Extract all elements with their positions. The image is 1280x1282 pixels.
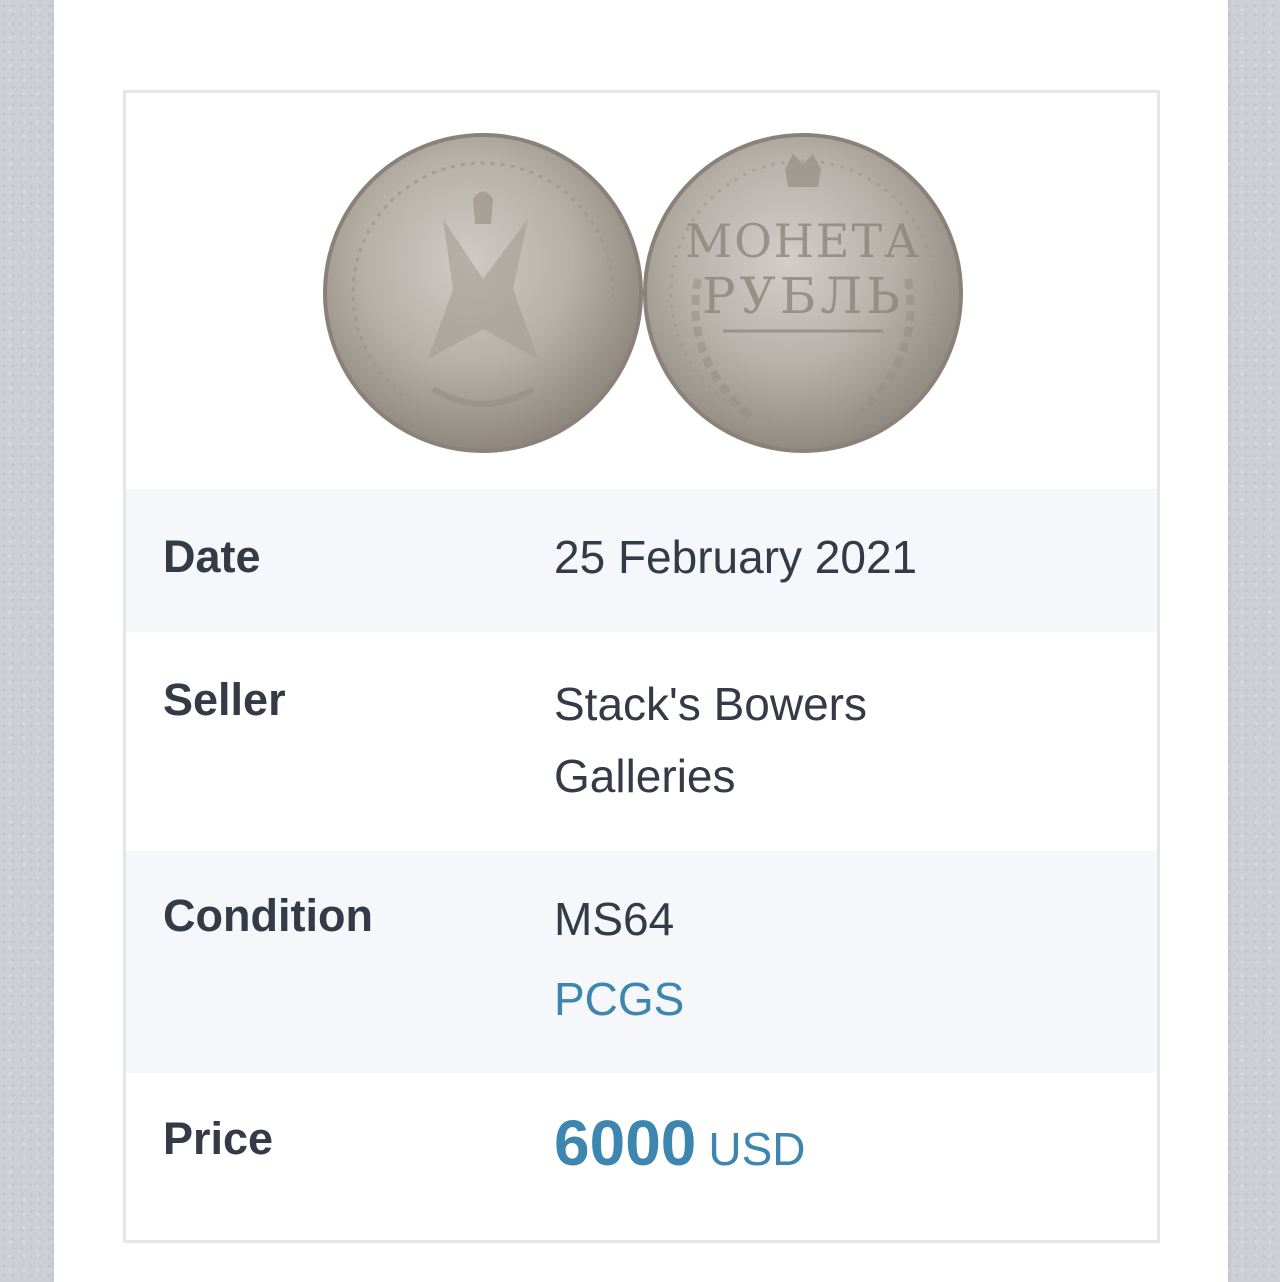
row-date: Date 25 February 2021 xyxy=(126,489,1157,632)
price-value: 6000 USD xyxy=(554,1097,1157,1240)
grader-link-pcgs[interactable]: PCGS xyxy=(554,959,1157,1039)
seller-name-line2: Galleries xyxy=(554,750,736,802)
coin-obverse xyxy=(323,133,643,453)
row-price: Price 6000 USD xyxy=(126,1073,1157,1240)
date-value: 25 February 2021 xyxy=(554,531,918,583)
seller-name-line1: Stack's Bowers xyxy=(554,678,867,730)
date-label: Date xyxy=(163,531,261,582)
seller-value: Stack's Bowers Galleries xyxy=(554,668,1157,851)
coin-details-card: МОНЕТА РУБЛЬ Date 25 February 2021 Selle… xyxy=(123,90,1160,1243)
condition-value: MS64 PCGS xyxy=(554,879,1157,1073)
price-currency: USD xyxy=(708,1123,806,1175)
condition-label: Condition xyxy=(163,890,373,941)
condition-grade: MS64 xyxy=(554,893,675,945)
price-amount: 6000 xyxy=(554,1107,697,1179)
coin-reverse: МОНЕТА РУБЛЬ xyxy=(643,133,963,453)
coin-reverse-line2: РУБЛЬ xyxy=(702,267,904,325)
seller-label: Seller xyxy=(163,674,286,725)
coin-reverse-line1: МОНЕТА xyxy=(685,214,921,268)
coin-image[interactable]: МОНЕТА РУБЛЬ xyxy=(323,129,963,457)
row-condition: Condition MS64 PCGS xyxy=(126,851,1157,1073)
row-seller: Seller Stack's Bowers Galleries xyxy=(126,632,1157,851)
coin-image-area[interactable]: МОНЕТА РУБЛЬ xyxy=(126,93,1157,489)
price-label: Price xyxy=(163,1113,274,1164)
